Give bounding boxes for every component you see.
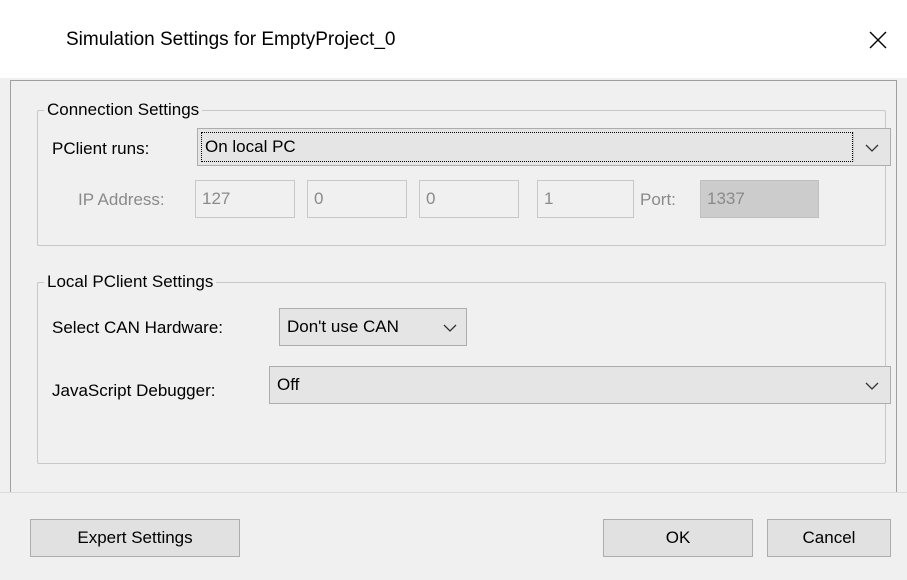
ip-octet-2-field[interactable]: 0 xyxy=(307,180,407,218)
ip-octet-3-field[interactable]: 0 xyxy=(419,180,519,218)
port-field[interactable]: 1337 xyxy=(700,180,819,218)
javascript-debugger-label: JavaScript Debugger: xyxy=(52,381,216,400)
ip-octet-1-field[interactable]: 127 xyxy=(195,180,295,218)
footer-divider xyxy=(0,492,907,493)
combo-separator xyxy=(853,132,854,162)
window-title: Simulation Settings for EmptyProject_0 xyxy=(66,29,396,50)
focus-indicator xyxy=(201,132,853,162)
ok-button[interactable]: OK xyxy=(603,519,753,557)
pclient-runs-value: On local PC xyxy=(205,137,296,156)
ip-octet-4-field[interactable]: 1 xyxy=(537,180,634,218)
chevron-down-icon xyxy=(865,144,879,152)
javascript-debugger-value: Off xyxy=(277,375,300,394)
close-button[interactable] xyxy=(860,22,896,58)
pclient-runs-select[interactable]: On local PC xyxy=(197,128,891,166)
connection-settings-legend: Connection Settings xyxy=(44,100,203,120)
can-hardware-select[interactable]: Don't use CAN xyxy=(279,308,467,346)
can-hardware-value: Don't use CAN xyxy=(287,317,399,336)
cancel-button[interactable]: Cancel xyxy=(767,519,891,557)
port-label: Port: xyxy=(640,190,676,209)
ip-address-label: IP Address: xyxy=(78,190,165,209)
local-pclient-settings-legend: Local PClient Settings xyxy=(44,272,217,292)
pclient-runs-label: PClient runs: xyxy=(52,139,150,158)
javascript-debugger-select[interactable]: Off xyxy=(269,366,891,404)
chevron-down-icon xyxy=(443,324,457,332)
can-hardware-label: Select CAN Hardware: xyxy=(52,318,224,337)
chevron-down-icon xyxy=(865,382,879,390)
close-icon xyxy=(869,31,887,49)
title-bar: Simulation Settings for EmptyProject_0 xyxy=(0,0,907,78)
expert-settings-button[interactable]: Expert Settings xyxy=(30,519,240,557)
